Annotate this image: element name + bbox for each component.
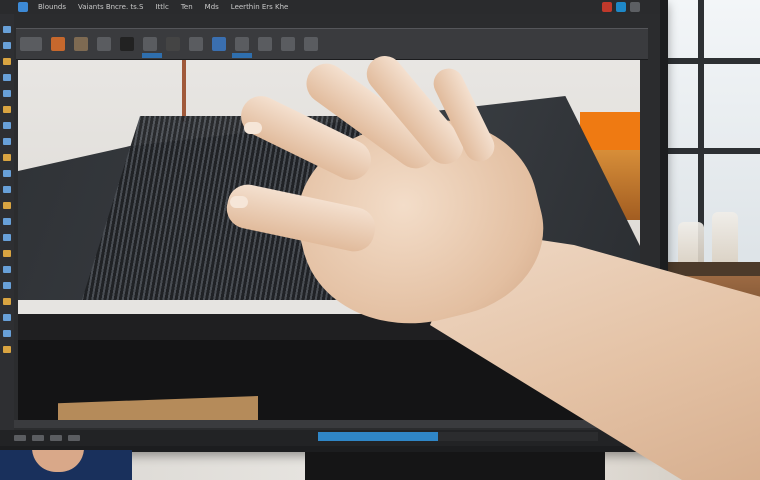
palette-tool-icon[interactable] (51, 37, 65, 51)
thumbnail-nail (230, 196, 248, 208)
status-icon[interactable] (14, 435, 26, 441)
tool-icon[interactable] (3, 234, 11, 241)
stamp-tool-icon[interactable] (143, 37, 157, 51)
menu-item[interactable]: Mds (199, 3, 225, 11)
tool-icon[interactable] (3, 282, 11, 289)
fingernail (244, 122, 262, 134)
options-toolbar (16, 28, 648, 60)
status-icon[interactable] (32, 435, 44, 441)
picker-tool-icon[interactable] (304, 37, 318, 51)
app-switch-icon[interactable] (616, 2, 626, 12)
menu-item[interactable]: Ten (175, 3, 199, 11)
progress-track[interactable] (318, 432, 598, 441)
tool-icon[interactable] (3, 26, 11, 33)
tool-icon[interactable] (3, 330, 11, 337)
timeline-bar[interactable] (14, 420, 660, 428)
status-icon[interactable] (50, 435, 62, 441)
text-tool-icon[interactable] (212, 37, 226, 51)
menu-bar: Blounds Vaiants Bncre. ts.S Ittlc Ten Md… (0, 0, 660, 14)
monitor-stand (305, 452, 605, 480)
wood-plank (58, 396, 258, 420)
tool-icon[interactable] (3, 186, 11, 193)
tool-icon[interactable] (3, 218, 11, 225)
face (32, 450, 84, 472)
app-logo-icon (18, 2, 28, 12)
active-tab-indicator (142, 53, 162, 58)
status-icon[interactable] (68, 435, 80, 441)
person-thumbnail (0, 450, 132, 480)
lasso-tool-icon[interactable] (97, 37, 111, 51)
menu-item[interactable]: Ittlc (149, 3, 174, 11)
tool-icon[interactable] (3, 138, 11, 145)
tool-strip (0, 14, 14, 436)
progress-fill (318, 432, 439, 441)
tool-icon[interactable] (3, 42, 11, 49)
active-tab-indicator (232, 53, 252, 58)
tool-icon[interactable] (3, 74, 11, 81)
pen-tool-icon[interactable] (74, 37, 88, 51)
menu-item[interactable]: Blounds (32, 3, 72, 11)
tool-icon[interactable] (3, 122, 11, 129)
tool-icon[interactable] (3, 298, 11, 305)
tool-icon[interactable] (3, 346, 11, 353)
menu-item[interactable]: Leerthin Ers Khe (225, 3, 295, 11)
tool-icon[interactable] (3, 266, 11, 273)
zoom-tool-icon[interactable] (281, 37, 295, 51)
tool-icon[interactable] (3, 106, 11, 113)
tool-icon[interactable] (3, 250, 11, 257)
tool-icon[interactable] (3, 314, 11, 321)
eraser-tool-icon[interactable] (166, 37, 180, 51)
close-window-icon[interactable] (602, 2, 612, 12)
background-pole (182, 60, 186, 122)
menu-item[interactable]: Vaiants Bncre. ts.S (72, 3, 149, 11)
tool-icon[interactable] (3, 202, 11, 209)
blur-tool-icon[interactable] (120, 37, 134, 51)
tool-icon[interactable] (3, 170, 11, 177)
tool-icon[interactable] (3, 58, 11, 65)
hand-tool-icon[interactable] (258, 37, 272, 51)
shape-tool-icon[interactable] (235, 37, 249, 51)
tool-icon[interactable] (3, 154, 11, 161)
brush-tool-icon[interactable] (20, 37, 42, 51)
dodge-tool-icon[interactable] (189, 37, 203, 51)
settings-icon[interactable] (630, 2, 640, 12)
tool-icon[interactable] (3, 90, 11, 97)
window-controls (602, 2, 660, 12)
shelf (668, 262, 760, 276)
